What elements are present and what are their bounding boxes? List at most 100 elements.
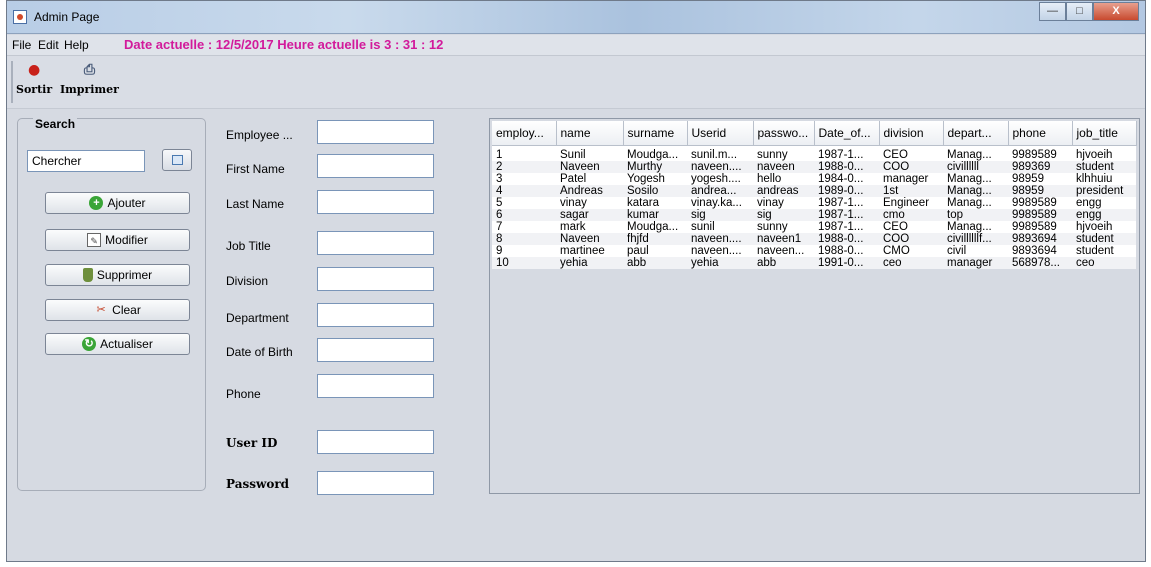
table-cell[interactable]: sunny (753, 145, 814, 161)
col-header-employee-id[interactable]: employ... (492, 121, 557, 146)
col-header-department[interactable]: depart... (943, 121, 1009, 146)
table-cell[interactable]: hjvoeih (1072, 145, 1136, 161)
table-cell[interactable]: Sosilo (623, 185, 687, 197)
user-id-field[interactable] (317, 430, 434, 454)
col-header-job-title[interactable]: job_title (1072, 121, 1137, 146)
table-row[interactable]: 2 Naveen Murthy naveen.... naveen 1988-0... CO… (492, 161, 1136, 173)
table-cell[interactable]: fhjfd (623, 233, 687, 245)
password-field[interactable] (317, 471, 434, 495)
table-cell[interactable]: civillllll (943, 161, 1008, 173)
table-cell[interactable]: hello (753, 173, 814, 185)
table-cell[interactable]: student (1072, 245, 1136, 257)
table-cell[interactable]: Moudga... (623, 221, 687, 233)
table-cell[interactable]: student (1072, 233, 1136, 245)
table-cell[interactable]: klhhuiu (1072, 173, 1136, 185)
table-cell[interactable]: cmo (879, 209, 943, 221)
col-header-division[interactable]: division (879, 121, 944, 146)
table-cell[interactable]: 9 (492, 245, 556, 257)
col-header-password[interactable]: passwo... (753, 121, 815, 146)
table-row[interactable]: 6 sagar kumar sig sig 1987-1... cmo top 9989589 e… (492, 209, 1136, 221)
table-cell[interactable]: 9989589 (1008, 221, 1072, 233)
table-cell[interactable]: civil (943, 245, 1008, 257)
col-header-surname[interactable]: surname (623, 121, 688, 146)
table-cell[interactable]: 1988-0... (814, 245, 879, 257)
table-cell[interactable]: sunil (687, 221, 753, 233)
table-cell[interactable]: 1991-0... (814, 257, 879, 269)
table-cell[interactable]: ceo (879, 257, 943, 269)
table-cell[interactable]: 1987-1... (814, 209, 879, 221)
table-cell[interactable]: naveen.... (687, 245, 753, 257)
add-button[interactable]: + Ajouter (45, 192, 190, 214)
print-button[interactable]: ⎙ Imprimer (60, 62, 119, 96)
table-cell[interactable]: Murthy (623, 161, 687, 173)
table-cell[interactable]: katara (623, 197, 687, 209)
table-cell[interactable]: naveen... (753, 245, 814, 257)
table-cell[interactable]: CEO (879, 145, 943, 161)
table-cell[interactable]: andrea... (687, 185, 753, 197)
menu-file[interactable]: File (12, 38, 31, 52)
delete-button[interactable]: Supprimer (45, 264, 190, 286)
table-cell[interactable]: 9989589 (1008, 209, 1072, 221)
table-cell[interactable]: COO (879, 161, 943, 173)
table-cell[interactable]: CMO (879, 245, 943, 257)
table-cell[interactable]: 3 (492, 173, 556, 185)
close-button[interactable]: X (1093, 2, 1139, 21)
table-cell[interactable]: 1984-0... (814, 173, 879, 185)
table-cell[interactable]: naveen.... (687, 161, 753, 173)
table-cell[interactable]: martinee (556, 245, 623, 257)
table-cell[interactable]: 9893694 (1008, 233, 1072, 245)
table-cell[interactable]: president (1072, 185, 1136, 197)
table-row[interactable]: 10 yehia abb yehia abb 1991-0... ceo manager 568… (492, 257, 1136, 269)
maximize-button[interactable]: □ (1066, 2, 1093, 21)
table-row[interactable]: 5 vinay katara vinay.ka... vinay 1987-1... Eng… (492, 197, 1136, 209)
table-cell[interactable]: yehia (556, 257, 623, 269)
table-cell[interactable]: 568978... (1008, 257, 1072, 269)
table-row[interactable]: 7 mark Moudga... sunil sunny 1987-1... CEO Mana… (492, 221, 1136, 233)
dob-field[interactable] (317, 338, 434, 362)
table-cell[interactable]: Manag... (943, 173, 1008, 185)
col-header-name[interactable]: name (556, 121, 624, 146)
table-row[interactable]: 9 martinee paul naveen.... naveen... 1988-0..… (492, 245, 1136, 257)
col-header-phone[interactable]: phone (1008, 121, 1073, 146)
last-name-field[interactable] (317, 190, 434, 214)
table-cell[interactable]: sig (753, 209, 814, 221)
first-name-field[interactable] (317, 154, 434, 178)
minimize-button[interactable]: — (1039, 2, 1066, 21)
table-cell[interactable]: Manag... (943, 221, 1008, 233)
table-cell[interactable]: abb (753, 257, 814, 269)
table-cell[interactable]: vinay (556, 197, 623, 209)
table-cell[interactable]: naveen.... (687, 233, 753, 245)
modify-button[interactable]: ✎ Modifier (45, 229, 190, 251)
table-cell[interactable]: 2 (492, 161, 556, 173)
department-field[interactable] (317, 303, 434, 327)
table-cell[interactable]: 9893694 (1008, 245, 1072, 257)
exit-button[interactable]: ● Sortir (16, 62, 52, 96)
table-cell[interactable]: yogesh.... (687, 173, 753, 185)
table-cell[interactable]: ceo (1072, 257, 1136, 269)
phone-field[interactable] (317, 374, 434, 398)
table-cell[interactable]: Sunil (556, 145, 623, 161)
table-row[interactable]: 3 Patel Yogesh yogesh.... hello 1984-0... mana… (492, 173, 1136, 185)
table-cell[interactable]: 1988-0... (814, 161, 879, 173)
table-cell[interactable]: naveen (753, 161, 814, 173)
table-cell[interactable]: kumar (623, 209, 687, 221)
table-cell[interactable]: sunny (753, 221, 814, 233)
table-cell[interactable]: 1st (879, 185, 943, 197)
title-bar[interactable]: Admin Page — □ X (7, 1, 1145, 34)
table-row[interactable]: 8 Naveen fhjfd naveen.... naveen1 1988-0... CO… (492, 233, 1136, 245)
table-cell[interactable]: 98959 (1008, 173, 1072, 185)
table-cell[interactable]: paul (623, 245, 687, 257)
table-cell[interactable]: top (943, 209, 1008, 221)
table-cell[interactable]: engg (1072, 197, 1136, 209)
table-cell[interactable]: Patel (556, 173, 623, 185)
table-cell[interactable]: andreas (753, 185, 814, 197)
table-cell[interactable]: Moudga... (623, 145, 687, 161)
clear-button[interactable]: ✂ Clear (45, 299, 190, 321)
col-header-date-of-birth[interactable]: Date_of... (814, 121, 880, 146)
table-cell[interactable]: sagar (556, 209, 623, 221)
table-row[interactable]: 1 Sunil Moudga... sunil.m... sunny 1987-1... C… (492, 145, 1136, 161)
col-header-userid[interactable]: Userid (687, 121, 754, 146)
table-cell[interactable]: 8 (492, 233, 556, 245)
table-cell[interactable]: Manag... (943, 145, 1008, 161)
table-cell[interactable]: COO (879, 233, 943, 245)
